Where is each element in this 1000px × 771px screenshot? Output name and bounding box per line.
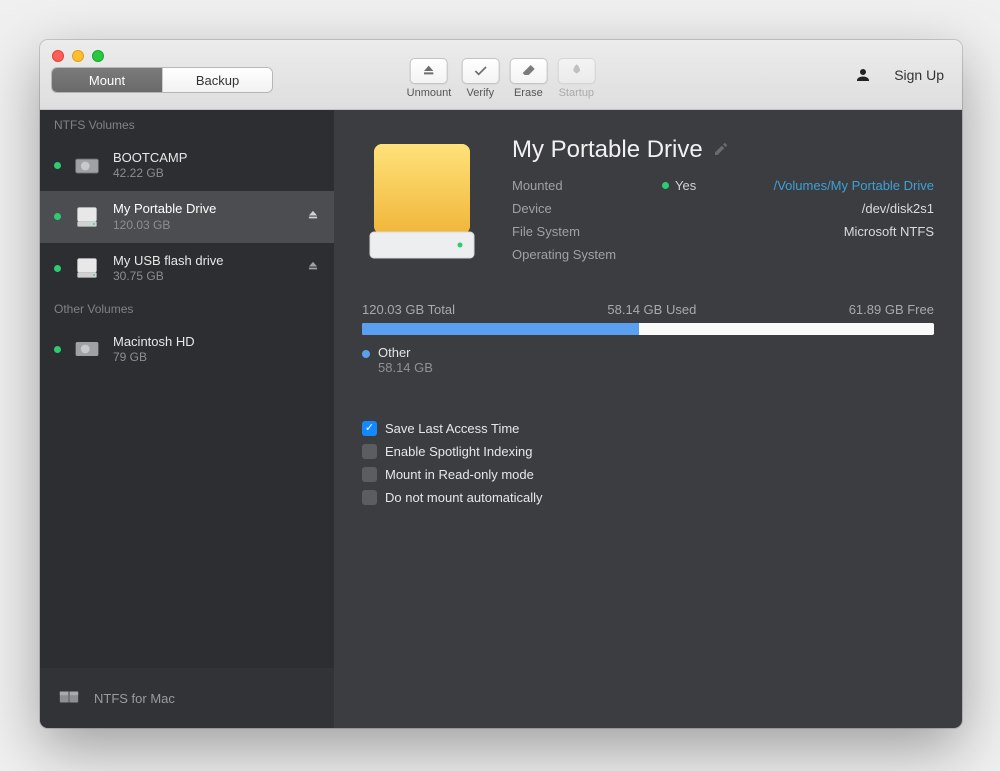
verify-button[interactable]: Verify bbox=[461, 58, 499, 99]
usage-legend: Other 58.14 GB bbox=[362, 345, 934, 375]
volume-hero-icon bbox=[362, 136, 482, 266]
usage-bar bbox=[362, 323, 934, 335]
row-os-key: Operating System bbox=[512, 247, 662, 262]
app-logo-icon bbox=[58, 686, 80, 711]
minimize-icon[interactable] bbox=[72, 50, 84, 62]
close-icon[interactable] bbox=[52, 50, 64, 62]
volume-options: Save Last Access Time Enable Spotlight I… bbox=[362, 421, 934, 505]
sidebar-header-other: Other Volumes bbox=[40, 294, 334, 324]
sidebar-footer-label: NTFS for Mac bbox=[94, 691, 175, 706]
internal-drive-icon bbox=[73, 152, 101, 180]
sidebar-header-ntfs: NTFS Volumes bbox=[40, 110, 334, 140]
unmount-button[interactable]: Unmount bbox=[407, 58, 452, 99]
content-pane: My Portable Drive Mounted Yes /Volumes/M… bbox=[334, 110, 962, 728]
titlebar: Mount Backup Unmount Verify Erase bbox=[40, 40, 962, 110]
sidebar-item-macintoshhd[interactable]: Macintosh HD 79 GB bbox=[40, 324, 334, 375]
external-drive-icon bbox=[73, 254, 101, 282]
internal-drive-icon bbox=[73, 335, 101, 363]
rocket-icon bbox=[557, 58, 595, 84]
sidebar-item-label: My Portable Drive bbox=[113, 201, 216, 217]
usage-section: 120.03 GB Total 58.14 GB Used 61.89 GB F… bbox=[362, 302, 934, 375]
opt-no-automount[interactable]: Do not mount automatically bbox=[362, 490, 934, 505]
usage-free: 61.89 GB Free bbox=[849, 302, 934, 317]
erase-button[interactable]: Erase bbox=[509, 58, 547, 99]
opt-save-last-access[interactable]: Save Last Access Time bbox=[362, 421, 934, 436]
row-mounted-path[interactable]: /Volumes/My Portable Drive bbox=[774, 178, 934, 193]
segment-backup[interactable]: Backup bbox=[162, 68, 272, 92]
row-device-key: Device bbox=[512, 201, 662, 216]
row-mounted-yes: Yes bbox=[662, 178, 696, 193]
row-fs-key: File System bbox=[512, 224, 662, 239]
startup-button: Startup bbox=[557, 58, 595, 99]
legend-dot-icon bbox=[362, 350, 370, 358]
row-device-val: /dev/disk2s1 bbox=[662, 201, 934, 216]
checkbox-icon[interactable] bbox=[362, 467, 377, 482]
sidebar-item-usbflash[interactable]: My USB flash drive 30.75 GB bbox=[40, 243, 334, 294]
sidebar-item-size: 30.75 GB bbox=[113, 269, 224, 284]
status-dot-icon bbox=[54, 346, 61, 353]
opt-readonly[interactable]: Mount in Read-only mode bbox=[362, 467, 934, 482]
app-window: Mount Backup Unmount Verify Erase bbox=[40, 40, 962, 728]
status-dot-icon bbox=[54, 162, 61, 169]
window-body: NTFS Volumes BOOTCAMP 42.22 GB My Portab… bbox=[40, 110, 962, 728]
status-dot-icon bbox=[54, 265, 61, 272]
traffic-lights bbox=[52, 50, 104, 62]
row-fs-val: Microsoft NTFS bbox=[662, 224, 934, 239]
sidebar-footer[interactable]: NTFS for Mac bbox=[40, 668, 334, 728]
status-dot-icon bbox=[54, 213, 61, 220]
checkbox-icon[interactable] bbox=[362, 444, 377, 459]
checkbox-icon[interactable] bbox=[362, 421, 377, 436]
sidebar-item-label: Macintosh HD bbox=[113, 334, 195, 350]
user-icon[interactable] bbox=[854, 66, 872, 84]
volume-title: My Portable Drive bbox=[512, 136, 934, 164]
sidebar-item-label: My USB flash drive bbox=[113, 253, 224, 269]
sidebar-item-label: BOOTCAMP bbox=[113, 150, 187, 166]
sidebar-item-bootcamp[interactable]: BOOTCAMP 42.22 GB bbox=[40, 140, 334, 191]
opt-spotlight[interactable]: Enable Spotlight Indexing bbox=[362, 444, 934, 459]
eject-icon bbox=[410, 58, 448, 84]
sidebar-item-myportable[interactable]: My Portable Drive 120.03 GB bbox=[40, 191, 334, 242]
toolbar: Unmount Verify Erase Startup bbox=[407, 58, 596, 99]
checkbox-icon[interactable] bbox=[362, 490, 377, 505]
sidebar-item-size: 42.22 GB bbox=[113, 166, 187, 181]
segment-mount[interactable]: Mount bbox=[52, 68, 162, 92]
maximize-icon[interactable] bbox=[92, 50, 104, 62]
usage-total: 120.03 GB Total bbox=[362, 302, 455, 317]
eject-icon[interactable] bbox=[306, 208, 320, 225]
sidebar-item-size: 79 GB bbox=[113, 350, 195, 365]
row-mounted-key: Mounted bbox=[512, 178, 662, 193]
signup-link[interactable]: Sign Up bbox=[894, 67, 944, 83]
check-icon bbox=[461, 58, 499, 84]
usage-used: 58.14 GB Used bbox=[607, 302, 696, 317]
eraser-icon bbox=[509, 58, 547, 84]
external-drive-icon bbox=[73, 203, 101, 231]
sidebar: NTFS Volumes BOOTCAMP 42.22 GB My Portab… bbox=[40, 110, 334, 728]
usage-bar-fill bbox=[362, 323, 639, 335]
mode-segmented-control[interactable]: Mount Backup bbox=[52, 68, 272, 92]
eject-icon[interactable] bbox=[306, 260, 320, 277]
sidebar-item-size: 120.03 GB bbox=[113, 218, 216, 233]
edit-icon[interactable] bbox=[713, 136, 729, 164]
toolbar-right: Sign Up bbox=[854, 66, 944, 84]
